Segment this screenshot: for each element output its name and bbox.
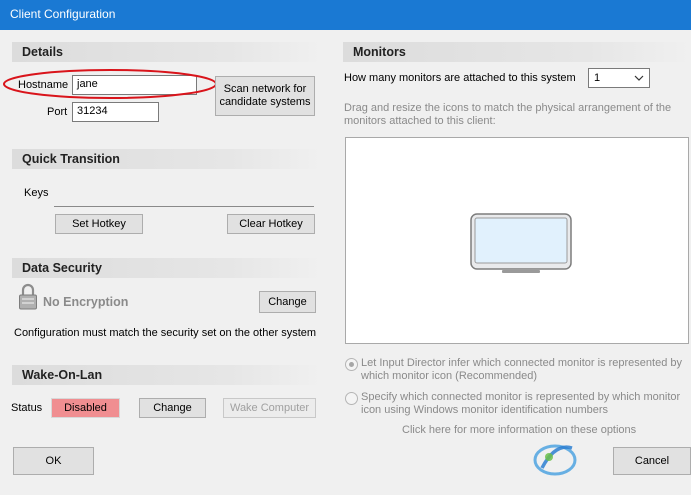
specify-monitor-option[interactable]: Specify which connected monitor is repre… bbox=[361, 391, 686, 417]
infer-monitor-radio[interactable] bbox=[345, 358, 358, 371]
window-title: Client Configuration bbox=[10, 7, 116, 21]
specify-monitor-radio[interactable] bbox=[345, 392, 358, 405]
more-info-link[interactable]: Click here for more information on these… bbox=[402, 424, 636, 436]
infer-monitor-option[interactable]: Let Input Director infer which connected… bbox=[361, 357, 686, 383]
scan-network-button[interactable]: Scan network for candidate systems bbox=[215, 76, 315, 116]
watermark-logo-icon bbox=[533, 444, 577, 476]
hostname-highlight-ellipse bbox=[3, 69, 217, 99]
clear-hotkey-button[interactable]: Clear Hotkey bbox=[227, 214, 315, 234]
title-bar: Client Configuration bbox=[0, 0, 691, 30]
monitor-icon[interactable] bbox=[470, 213, 572, 275]
monitor-count-question: How many monitors are attached to this s… bbox=[344, 72, 576, 84]
encryption-status: No Encryption bbox=[43, 295, 129, 309]
port-label: Port bbox=[47, 106, 68, 118]
security-note: Configuration must match the security se… bbox=[14, 327, 317, 339]
keys-divider bbox=[54, 206, 314, 207]
wake-on-lan-header: Wake-On-Lan bbox=[12, 365, 322, 385]
wol-status-label: Status bbox=[11, 402, 43, 414]
monitors-header: Monitors bbox=[343, 42, 691, 62]
port-input[interactable]: 31234 bbox=[72, 102, 159, 122]
monitor-count-value: 1 bbox=[594, 72, 601, 84]
monitor-count-select[interactable]: 1 bbox=[588, 68, 650, 88]
cancel-button[interactable]: Cancel bbox=[613, 447, 691, 475]
ok-button[interactable]: OK bbox=[13, 447, 94, 475]
keys-label: Keys bbox=[24, 187, 49, 199]
details-header: Details bbox=[12, 42, 322, 62]
lock-icon bbox=[19, 283, 37, 310]
monitor-instructions: Drag and resize the icons to match the p… bbox=[344, 102, 672, 127]
port-value: 31234 bbox=[77, 105, 108, 117]
wake-computer-button: Wake Computer bbox=[223, 398, 316, 418]
chevron-down-icon bbox=[634, 75, 644, 81]
wol-change-button[interactable]: Change bbox=[139, 398, 206, 418]
dialog-body: Details Hostname jane Port 31234 Scan ne… bbox=[0, 30, 691, 495]
security-change-button[interactable]: Change bbox=[259, 291, 316, 313]
data-security-header: Data Security bbox=[12, 258, 322, 278]
quick-transition-header: Quick Transition bbox=[12, 149, 322, 169]
wol-status-badge: Disabled bbox=[51, 398, 120, 418]
set-hotkey-button[interactable]: Set Hotkey bbox=[55, 214, 143, 234]
monitor-arrangement-area[interactable] bbox=[345, 137, 689, 344]
